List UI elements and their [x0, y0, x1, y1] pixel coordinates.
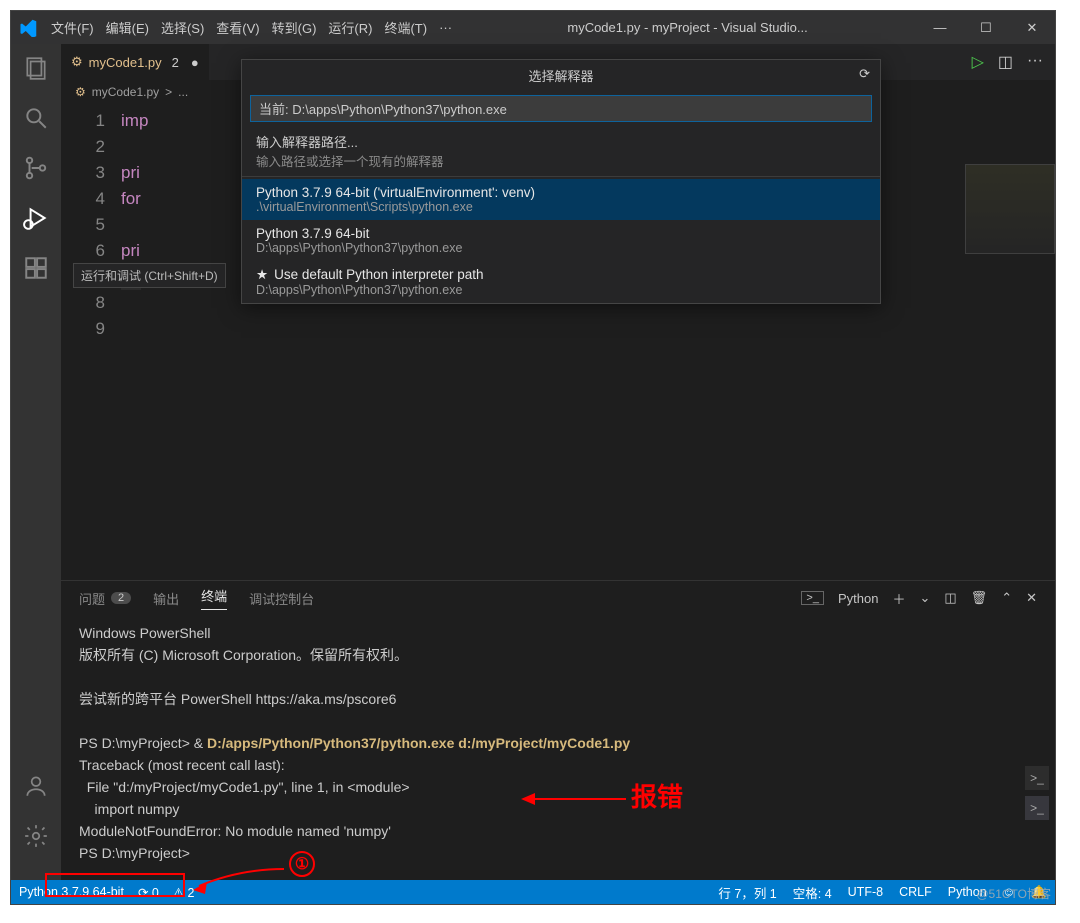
menu-run[interactable]: 运行(R) [322, 18, 378, 37]
terminal-kind-icon[interactable]: >_ [801, 591, 824, 605]
tab-mycode1[interactable]: ⚙ myCode1.py 2 ● [61, 44, 209, 80]
extensions-icon[interactable] [22, 254, 50, 282]
source-control-icon[interactable] [22, 154, 50, 182]
terminal-output[interactable]: Windows PowerShell 版权所有 (C) Microsoft Co… [61, 615, 1055, 880]
quickpick-input[interactable] [250, 95, 872, 122]
terminal-dropdown-icon[interactable]: ⌄ [919, 590, 930, 606]
quickpick-enter-path[interactable]: 输入解释器路径... 输入路径或选择一个现有的解释器 [242, 128, 880, 174]
run-debug-icon[interactable] [22, 204, 50, 232]
menu-terminal[interactable]: 终端(T) [378, 18, 433, 37]
quickpick-item-global[interactable]: Python 3.7.9 64-bit D:\apps\Python\Pytho… [242, 220, 880, 261]
panel-tab-terminal[interactable]: 终端 [201, 586, 227, 610]
minimap[interactable] [965, 164, 1055, 254]
refresh-icon[interactable]: ⟳ [859, 66, 870, 82]
menu-edit[interactable]: 编辑(E) [100, 18, 155, 37]
breadcrumb-more: ... [178, 85, 188, 99]
kill-terminal-icon[interactable]: 🗑 [971, 590, 988, 606]
run-debug-tooltip: 运行和调试 (Ctrl+Shift+D) [73, 263, 226, 288]
panel: 问题 2 输出 终端 调试控制台 >_ Python ＋ ⌄ ◫ 🗑 ⌃ ✕ [61, 580, 1055, 880]
status-eol[interactable]: CRLF [899, 885, 932, 899]
panel-maximize-icon[interactable]: ⌃ [1001, 590, 1012, 606]
vscode-logo-icon [11, 19, 45, 37]
panel-tab-debug-console[interactable]: 调试控制台 [249, 589, 314, 608]
settings-gear-icon[interactable] [22, 822, 50, 850]
run-file-icon[interactable]: ▷ [972, 52, 984, 72]
search-icon[interactable] [22, 104, 50, 132]
tab-badge: 2 [172, 55, 179, 70]
problems-badge: 2 [111, 592, 131, 604]
terminal-kind-label[interactable]: Python [838, 591, 878, 606]
tab-label: myCode1.py [89, 55, 162, 70]
explorer-icon[interactable] [22, 54, 50, 82]
quickpick-title: 选择解释器 ⟳ [242, 60, 880, 91]
panel-close-icon[interactable]: ✕ [1026, 590, 1037, 606]
status-line-col[interactable]: 行 7，列 1 [718, 883, 776, 902]
status-python-interpreter[interactable]: Python 3.7.9 64-bit [19, 885, 124, 899]
split-terminal-icon[interactable]: ◫ [944, 590, 956, 606]
star-icon: ★ [256, 267, 268, 282]
panel-tab-problems[interactable]: 问题 2 [79, 589, 131, 608]
quickpick-item-default[interactable]: ★Use default Python interpreter path D:\… [242, 261, 880, 303]
breadcrumb-file: myCode1.py [92, 85, 159, 99]
python-file-icon: ⚙ [75, 85, 86, 99]
menu-go[interactable]: 转到(G) [266, 18, 323, 37]
tab-close-icon[interactable]: ● [191, 55, 199, 70]
status-problems[interactable]: ⚠ 2 [173, 885, 195, 900]
status-encoding[interactable]: UTF-8 [848, 885, 883, 899]
interpreter-quickpick: 选择解释器 ⟳ 输入解释器路径... 输入路径或选择一个现有的解释器 Pytho… [241, 59, 881, 304]
title-bar: 文件(F) 编辑(E) 选择(S) 查看(V) 转到(G) 运行(R) 终端(T… [11, 11, 1055, 44]
maximize-button[interactable]: ☐ [963, 20, 1009, 36]
new-terminal-icon[interactable]: ＋ [892, 589, 905, 608]
window-title: myCode1.py - myProject - Visual Studio..… [458, 20, 917, 35]
python-file-icon: ⚙ [71, 54, 83, 70]
status-sync[interactable]: ⟳ 0 [138, 885, 159, 900]
account-icon[interactable] [22, 772, 50, 800]
line-gutter: 123 456 789 [61, 104, 121, 580]
watermark: @51CTO博客 [976, 885, 1051, 902]
terminal-instance-icon[interactable]: >_ [1025, 766, 1049, 790]
split-editor-icon[interactable]: ◫ [998, 52, 1013, 72]
menu-file[interactable]: 文件(F) [45, 18, 100, 37]
terminal-side-icons: >_ >_ [1025, 766, 1049, 820]
close-button[interactable]: ✕ [1009, 20, 1055, 36]
menu-more[interactable]: ··· [433, 20, 458, 35]
terminal-instance-icon[interactable]: >_ [1025, 796, 1049, 820]
panel-tab-output[interactable]: 输出 [153, 589, 179, 608]
minimize-button[interactable]: ― [917, 20, 963, 35]
menu-select[interactable]: 选择(S) [155, 18, 210, 37]
menu-view[interactable]: 查看(V) [210, 18, 265, 37]
quickpick-item-venv[interactable]: Python 3.7.9 64-bit ('virtualEnvironment… [242, 179, 880, 220]
activity-bar [11, 44, 61, 880]
breadcrumb-sep: > [165, 85, 172, 99]
status-spaces[interactable]: 空格: 4 [793, 883, 832, 902]
more-actions-icon[interactable]: ··· [1027, 52, 1043, 72]
status-bar: Python 3.7.9 64-bit ⟳ 0 ⚠ 2 行 7，列 1 空格: … [11, 880, 1055, 904]
